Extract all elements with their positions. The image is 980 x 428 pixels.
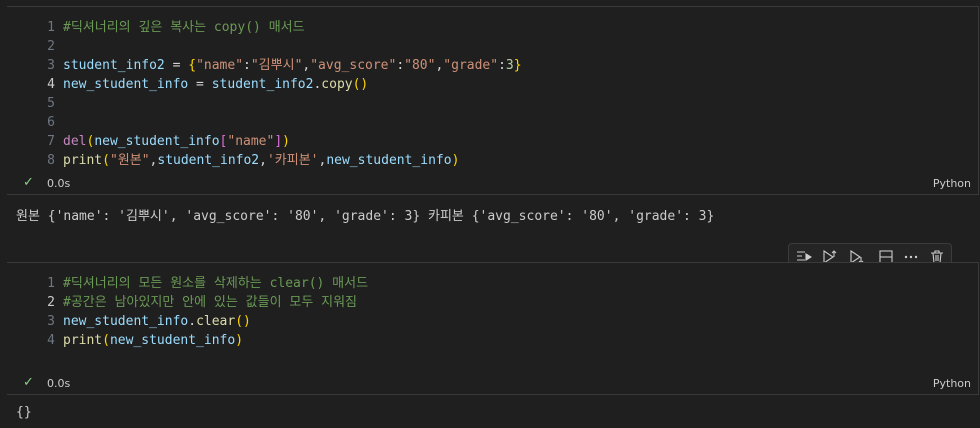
code-token: "원본" [109,153,150,168]
code-text[interactable]: student_info2 = {"name":"김뿌시","avg_score… [63,56,522,75]
code-token: new_student_info [63,77,189,92]
cell-output-2: {} [16,405,32,420]
code-line[interactable]: 4 new_student_info = student_info2.copy() [7,75,978,94]
code-text[interactable]: del(new_student_info["name"]) [63,132,290,151]
code-text[interactable]: #딕셔너리의 깊은 복사는 copy() 매서드 [63,18,305,37]
code-token: new_student_info [63,314,189,329]
code-token: "김뿌시" [250,58,303,73]
success-check-icon: ✓ [23,175,34,190]
code-token: } [513,58,522,73]
code-token: : [396,58,405,73]
code-token: "name" [227,134,275,149]
code-editor[interactable]: 1 #딕셔너리의 모든 원소를 삭제하는 clear() 매서드 2 #공간은 남아있… [7,274,978,350]
success-check-icon: ✓ [23,375,34,390]
code-token: = [188,77,212,92]
code-token: ) [235,333,244,348]
code-line[interactable]: 2 [7,37,978,56]
execution-time: 0.0s [47,177,71,190]
line-number: 8 [47,153,55,168]
code-token: print [63,153,103,168]
code-line[interactable]: 4 print(new_student_info) [7,331,978,350]
code-token: "name" [196,58,244,73]
code-token: ] [274,134,283,149]
code-token: ) [282,134,290,149]
cell-language[interactable]: Python [933,377,971,390]
code-line[interactable]: 8 print("원본",student_info2,'카피본',new_stud… [7,151,978,170]
code-token: , [259,153,267,168]
code-text[interactable]: new_student_info.clear() [63,312,251,331]
code-token: () [235,314,251,329]
code-token: () [352,77,369,92]
code-token: ( [102,333,110,348]
code-token: clear [196,314,236,329]
code-line[interactable]: 3 student_info2 = {"name":"김뿌시","avg_scor… [7,56,978,75]
code-token: . [188,314,197,329]
line-number: 3 [47,58,55,73]
code-text[interactable]: new_student_info = student_info2.copy() [63,75,368,94]
line-number: 7 [47,134,55,149]
code-token: : [243,58,251,73]
execution-time: 0.0s [47,377,71,390]
line-number: 3 [47,314,55,329]
code-cell-2[interactable]: 1 #딕셔너리의 모든 원소를 삭제하는 clear() 매서드 2 #공간은 남아있… [7,262,979,395]
code-token: "grade" [443,58,499,73]
line-number: 6 [47,115,55,130]
code-line[interactable]: 3 new_student_info.clear() [7,312,978,331]
code-token: student_info2 [63,58,165,73]
code-token: "80" [404,58,436,73]
code-line[interactable]: 7 del(new_student_info["name"]) [7,132,978,151]
code-token: #딕셔너리의 모든 원소를 삭제하는 clear() 매서드 [63,276,369,291]
line-number: 4 [47,77,55,92]
code-token: new_student_info [326,153,452,168]
cell-status-bar: ✓ 0.0s Python [7,372,978,394]
code-token: print [63,333,103,348]
line-number: 4 [47,333,55,348]
code-line[interactable]: 1 #딕셔너리의 모든 원소를 삭제하는 clear() 매서드 [7,274,978,293]
code-line[interactable]: 5 [7,94,978,113]
code-text[interactable]: print(new_student_info) [63,331,243,350]
line-number: 1 [47,20,55,35]
line-number: 1 [47,276,55,291]
cell-language[interactable]: Python [933,177,971,190]
code-token: 3 [505,58,514,73]
code-token: new_student_info [94,134,220,149]
code-line[interactable]: 6 [7,113,978,132]
code-token: new_student_info [109,333,236,348]
line-number: 2 [47,39,55,54]
code-token: del [63,134,87,149]
code-token: student_info2 [157,153,260,168]
code-token: #공간은 남아있지만 안에 있는 값들이 모두 지워짐 [63,295,357,310]
code-cell-1[interactable]: 1 #딕셔너리의 깊은 복사는 copy() 매서드 2 3 student_info2… [7,6,979,195]
line-number: 5 [47,96,55,111]
code-token: : [498,58,506,73]
code-text[interactable]: print("원본",student_info2,'카피본',new_stude… [63,151,459,170]
cell-output-1: 원본 {'name': '김뿌시', 'avg_score': '80', 'g… [16,209,715,224]
code-token: = [164,58,189,73]
code-token: "avg_score" [310,58,397,73]
code-token: '카피본' [266,153,319,168]
cell-status-bar: ✓ 0.0s Python [7,172,978,194]
code-text[interactable]: #딕셔너리의 모든 원소를 삭제하는 clear() 매서드 [63,274,368,293]
code-token: student_info2 [211,77,314,92]
line-number: 2 [47,295,55,310]
code-token: { [188,58,197,73]
code-line[interactable]: 1 #딕셔너리의 깊은 복사는 copy() 매서드 [7,18,978,37]
code-token: ( [102,153,110,168]
code-line[interactable]: 2 #공간은 남아있지만 안에 있는 값들이 모두 지워짐 [7,293,978,312]
code-token: #딕셔너리의 깊은 복사는 copy() 매서드 [63,20,305,35]
code-token: ) [451,153,460,168]
code-text[interactable]: #공간은 남아있지만 안에 있는 값들이 모두 지워짐 [63,293,357,312]
code-token: copy [321,77,353,92]
code-editor[interactable]: 1 #딕셔너리의 깊은 복사는 copy() 매서드 2 3 student_info2… [7,18,978,170]
